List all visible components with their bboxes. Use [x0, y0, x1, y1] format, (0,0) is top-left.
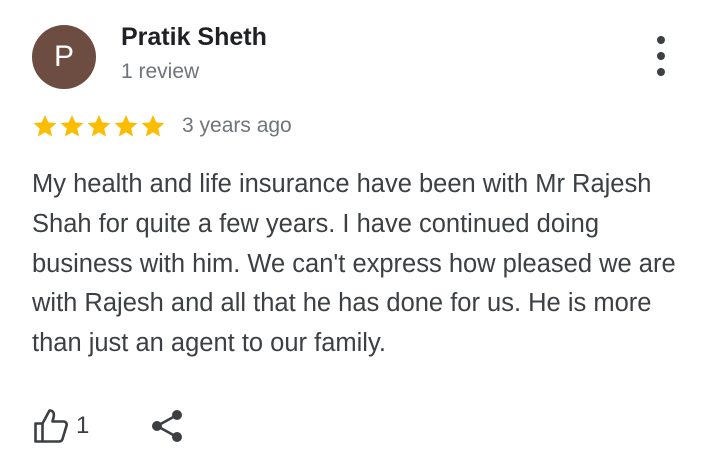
review-card: P Pratik Sheth 1 review 3 years ago My h… — [0, 0, 704, 463]
rating-row: 3 years ago — [32, 111, 292, 141]
star-icon — [87, 114, 111, 137]
more-vert-icon — [657, 36, 665, 44]
review-text: My health and life insurance have been w… — [32, 170, 676, 358]
thumb-up-icon — [34, 409, 68, 443]
star-rating — [32, 113, 167, 139]
review-count[interactable]: 1 review — [121, 60, 199, 84]
author-name[interactable]: Pratik Sheth — [121, 23, 267, 52]
star-icon — [33, 114, 57, 137]
star-icon — [60, 114, 84, 137]
share-icon[interactable] — [149, 407, 187, 445]
more-options-button[interactable] — [650, 36, 674, 76]
like-count: 1 — [76, 412, 90, 439]
star-icon — [141, 114, 165, 137]
like-button[interactable]: 1 — [32, 407, 89, 445]
avatar[interactable]: P — [32, 25, 96, 89]
review-actions: 1 — [32, 404, 187, 448]
star-icon — [114, 114, 138, 137]
review-date: 3 years ago — [182, 114, 292, 137]
